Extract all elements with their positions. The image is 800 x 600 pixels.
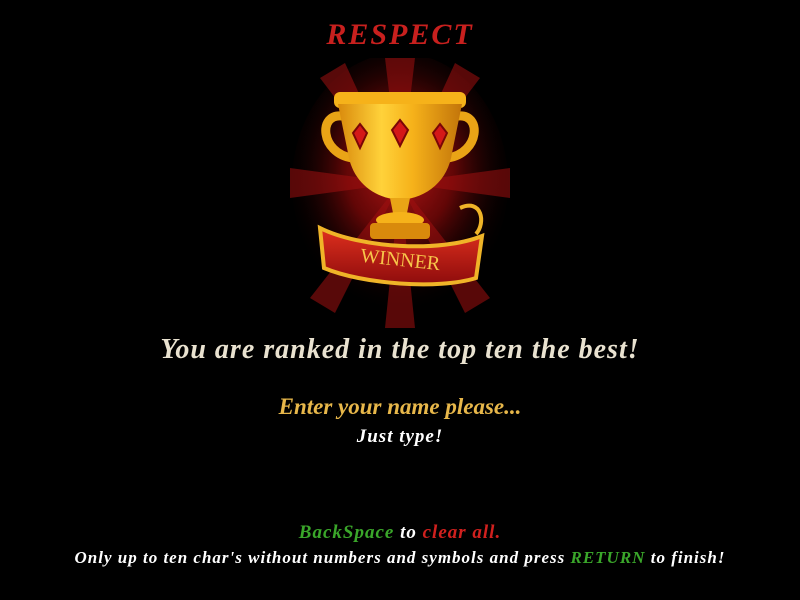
finish-instruction-suffix: to finish! (645, 548, 726, 567)
finish-instruction: Only up to ten char's without numbers an… (0, 548, 800, 568)
ranked-message: You are ranked in the top ten the best! (160, 334, 640, 365)
screen-title: RESPECT (326, 18, 474, 51)
backspace-instruction: BackSpace to clear all. (0, 522, 800, 544)
instruction-connector: to (394, 522, 423, 543)
name-prompt: Enter your name please... (278, 394, 522, 419)
finish-instruction-prefix: Only up to ten char's without numbers an… (74, 548, 571, 567)
trophy-icon: WINNER (290, 58, 510, 328)
clear-all-label: clear all. (422, 522, 502, 543)
type-hint: Just type! (356, 426, 444, 447)
return-key-label: RETURN (570, 548, 646, 567)
backspace-key-label: BackSpace (298, 522, 395, 543)
